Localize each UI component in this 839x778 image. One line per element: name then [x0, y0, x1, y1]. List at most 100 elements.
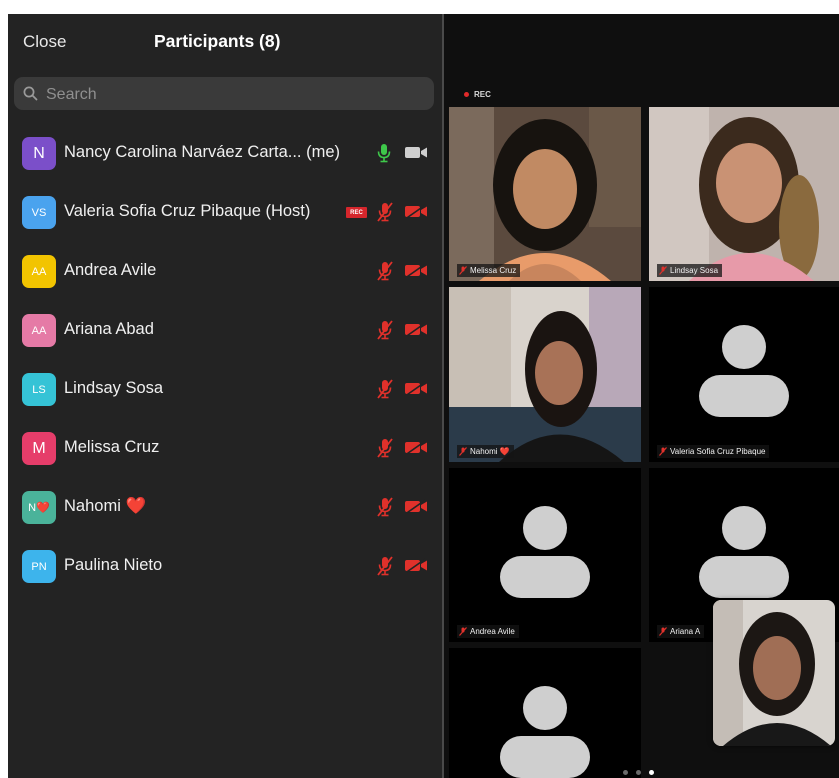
mic-status[interactable] — [377, 438, 393, 463]
participant-row[interactable]: PN Paulina Nieto — [8, 537, 442, 596]
mic-muted-icon[interactable] — [377, 202, 393, 222]
camera-status[interactable] — [404, 262, 428, 283]
zoom-window: Close Participants (8) N Nancy Carolina N… — [8, 14, 839, 778]
panel-title: Participants (8) — [154, 31, 281, 51]
mic-muted-icon[interactable] — [377, 438, 393, 458]
camera-off-icon[interactable] — [404, 203, 428, 220]
mic-status[interactable] — [377, 202, 393, 227]
camera-status[interactable] — [404, 145, 428, 165]
participant-row[interactable]: M Melissa Cruz — [8, 419, 442, 478]
mic-muted-icon — [659, 447, 667, 456]
mic-status[interactable] — [377, 143, 391, 168]
page-dot[interactable] — [623, 770, 628, 775]
camera-off-icon[interactable] — [404, 498, 428, 515]
camera-off-icon[interactable] — [404, 380, 428, 397]
avatar: VS — [22, 196, 56, 229]
avatar: AA — [22, 255, 56, 288]
camera-off-icon[interactable] — [404, 262, 428, 279]
search-input[interactable] — [44, 77, 428, 112]
camera-off-icon[interactable] — [404, 557, 428, 574]
video-tile[interactable]: Nahomi ❤️ — [449, 287, 641, 462]
video-tile[interactable]: Andrea Avile — [449, 468, 641, 642]
participant-row[interactable]: AA Andrea Avile — [8, 242, 442, 301]
mic-muted-icon — [659, 627, 667, 636]
recording-dot-icon — [464, 92, 469, 97]
avatar-placeholder-icon — [500, 686, 590, 778]
tile-name-tag: Valeria Sofia Cruz Pibaque — [657, 445, 770, 458]
mic-status[interactable] — [377, 379, 393, 404]
recording-badge: REC — [346, 207, 367, 218]
video-grid: REC Melissa Cruz Lindsay Sosa Nahomi ❤️ … — [444, 14, 839, 778]
search-bar[interactable] — [14, 77, 434, 112]
mic-muted-icon — [459, 447, 467, 456]
avatar: M — [22, 432, 56, 465]
page-indicator[interactable] — [623, 770, 654, 775]
participant-name: Ariana Abad — [64, 320, 154, 338]
camera-status[interactable] — [404, 557, 428, 578]
participant-name: Lindsay Sosa — [64, 379, 164, 397]
tile-name-tag: Andrea Avile — [457, 625, 519, 638]
avatar: AA — [22, 314, 56, 347]
video-tile[interactable]: Lindsay Sosa — [649, 107, 839, 281]
mic-status[interactable] — [377, 556, 393, 581]
avatar: N❤️ — [22, 491, 56, 524]
tile-name: Lindsay Sosa — [670, 266, 719, 275]
participant-row[interactable]: AA Ariana Abad — [8, 301, 442, 360]
close-button[interactable]: Close — [23, 32, 66, 52]
tile-name: Andrea Avile — [470, 627, 515, 636]
participant-name: Melissa Cruz — [64, 438, 160, 456]
tile-name-tag: Melissa Cruz — [457, 264, 521, 277]
camera-off-icon[interactable] — [404, 321, 428, 338]
participant-name: Nancy Carolina Narváez Carta... (me) — [64, 143, 341, 161]
search-icon — [23, 86, 38, 101]
tile-name: Valeria Sofia Cruz Pibaque — [670, 447, 766, 456]
camera-status[interactable] — [404, 380, 428, 401]
mic-status[interactable] — [377, 497, 393, 522]
mic-status[interactable] — [377, 320, 393, 345]
tile-name-tag: Nahomi ❤️ — [457, 445, 514, 458]
avatar: PN — [22, 550, 56, 583]
participant-video — [449, 107, 641, 281]
mic-muted-icon — [459, 627, 467, 636]
participant-row[interactable]: LS Lindsay Sosa — [8, 360, 442, 419]
participant-name: Andrea Avile — [64, 261, 157, 279]
camera-status[interactable] — [404, 439, 428, 460]
participant-video — [449, 287, 641, 462]
mic-status[interactable] — [377, 261, 393, 286]
mic-muted-icon[interactable] — [377, 261, 393, 281]
mic-muted-icon[interactable] — [377, 379, 393, 399]
participant-name: Nahomi ❤️ — [64, 497, 146, 515]
participants-panel: Close Participants (8) N Nancy Carolina N… — [8, 14, 442, 778]
avatar-placeholder-icon — [500, 506, 590, 598]
mic-muted-icon[interactable] — [377, 320, 393, 340]
tile-name: Melissa Cruz — [470, 266, 517, 275]
tile-name: Nahomi ❤️ — [470, 447, 510, 456]
participant-name: Paulina Nieto — [64, 556, 163, 574]
camera-off-icon[interactable] — [404, 439, 428, 456]
page-dot[interactable] — [636, 770, 641, 775]
recording-label: REC — [474, 90, 491, 99]
avatar: LS — [22, 373, 56, 406]
camera-status[interactable] — [404, 203, 428, 224]
video-tile[interactable]: Valeria Sofia Cruz Pibaque — [649, 287, 839, 462]
camera-off-icon[interactable] — [404, 145, 428, 160]
camera-status[interactable] — [404, 498, 428, 519]
self-video-feed — [713, 600, 835, 746]
mic-icon[interactable] — [377, 143, 391, 163]
tile-name-tag: Ariana A — [657, 625, 705, 638]
avatar-placeholder-icon — [699, 506, 789, 598]
mic-muted-icon — [659, 266, 667, 275]
video-tile[interactable] — [449, 648, 641, 778]
camera-status[interactable] — [404, 321, 428, 342]
page-dot[interactable] — [649, 770, 654, 775]
participant-row[interactable]: N❤️ Nahomi ❤️ — [8, 478, 442, 537]
mic-muted-icon[interactable] — [377, 556, 393, 576]
self-view-video[interactable] — [713, 600, 835, 746]
video-tile[interactable]: Melissa Cruz — [449, 107, 641, 281]
mic-muted-icon — [459, 266, 467, 275]
participant-row[interactable]: VS Valeria Sofia Cruz Pibaque (Host) REC — [8, 183, 442, 242]
mic-muted-icon[interactable] — [377, 497, 393, 517]
participant-row[interactable]: N Nancy Carolina Narváez Carta... (me) — [8, 124, 442, 183]
tile-name-tag: Lindsay Sosa — [657, 264, 723, 277]
participant-video — [649, 107, 839, 281]
